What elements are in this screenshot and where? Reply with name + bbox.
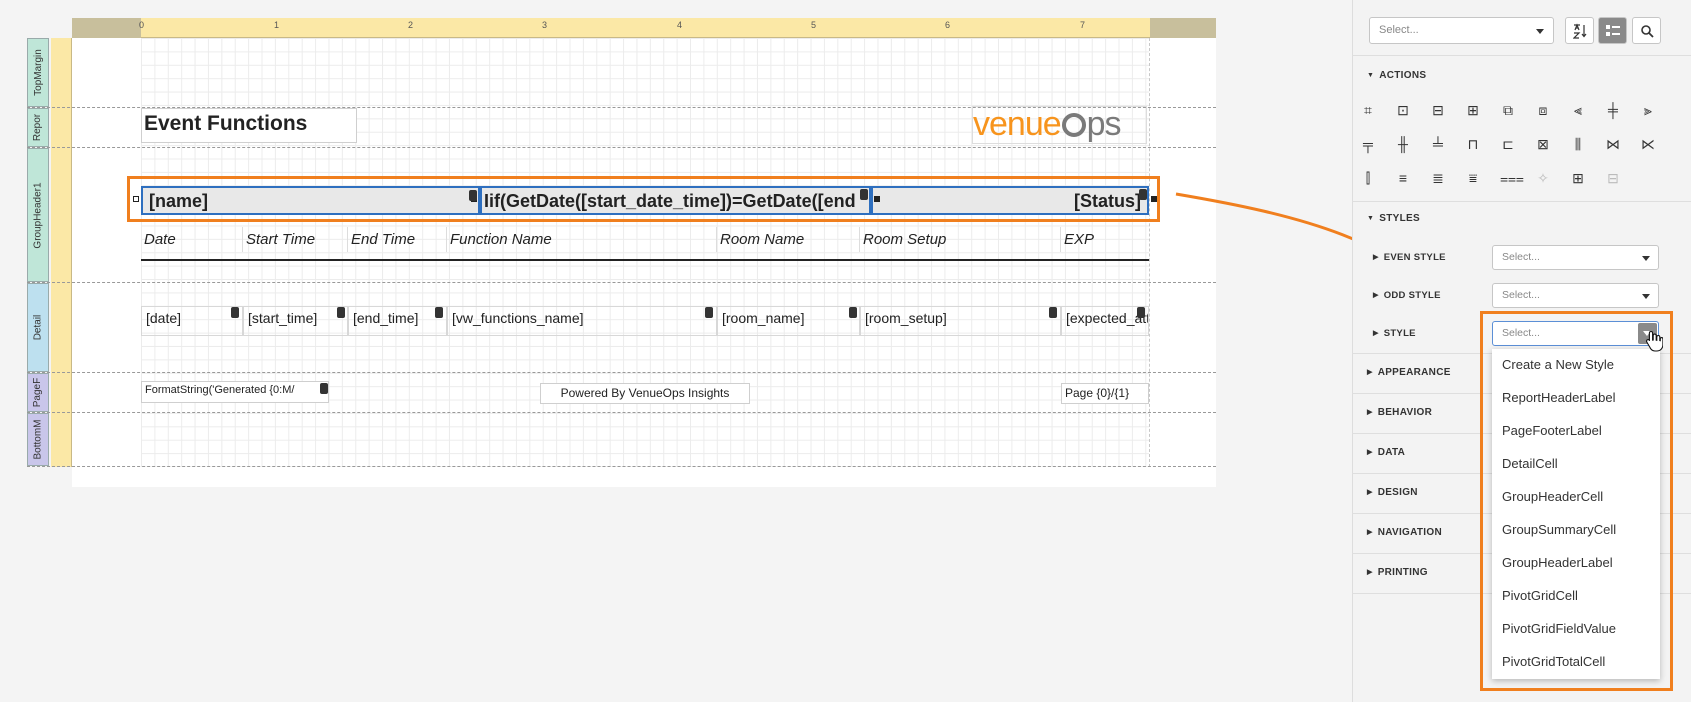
align-middle-icon[interactable]: ╫ xyxy=(1395,136,1411,152)
collapsed-icon: ▶ xyxy=(1373,292,1379,299)
section-title-text: APPEARANCE xyxy=(1377,367,1451,378)
style-row-odd[interactable]: ▶ ODD STYLE xyxy=(1373,290,1441,301)
section-data[interactable]: ▶ DATA xyxy=(1367,447,1405,458)
collapsed-icon: ▶ xyxy=(1367,569,1373,576)
select-value: Select... xyxy=(1502,251,1540,263)
same-size-icon[interactable]: ⊠ xyxy=(1535,136,1551,152)
collapsed-icon: ▶ xyxy=(1367,489,1373,496)
section-title-text: DESIGN xyxy=(1377,487,1418,498)
align-bottom-icon[interactable]: ╧ xyxy=(1430,136,1446,152)
section-behavior[interactable]: ▶ BEHAVIOR xyxy=(1367,407,1432,418)
collapsed-icon: ▶ xyxy=(1367,369,1373,376)
section-title-text: PRINTING xyxy=(1377,567,1428,578)
style-row-even[interactable]: ▶ EVEN STYLE xyxy=(1373,252,1446,263)
section-actions[interactable]: ▼ ACTIONS xyxy=(1367,70,1426,81)
h-spacing-decrease-icon[interactable]: ⋉ xyxy=(1640,136,1656,152)
section-title-text: DATA xyxy=(1377,447,1406,458)
align-right-icon[interactable]: ⫸ xyxy=(1640,102,1656,118)
properties-object-select[interactable]: Select... xyxy=(1369,17,1554,44)
v-spacing-remove-icon[interactable]: ⩶ xyxy=(1500,170,1524,186)
section-title-text: ACTIONS xyxy=(1379,70,1427,81)
collapsed-icon: ▶ xyxy=(1367,449,1373,456)
v-spacing-increase-icon[interactable]: ≣ xyxy=(1430,170,1446,186)
section-title-text: STYLES xyxy=(1379,213,1420,224)
section-divider xyxy=(1352,201,1691,202)
section-appearance[interactable]: ▶ APPEARANCE xyxy=(1367,367,1451,378)
align-top-icon[interactable]: ╤ xyxy=(1360,136,1376,152)
expanded-icon: ▼ xyxy=(1367,215,1375,222)
report-designer: 0 1 2 3 4 5 6 7 TopMargin Repor GroupHea… xyxy=(0,0,1691,702)
collapsed-icon: ▶ xyxy=(1367,529,1373,536)
section-navigation[interactable]: ▶ NAVIGATION xyxy=(1367,527,1442,538)
odd-style-select[interactable]: Select... xyxy=(1492,283,1659,308)
style-row-label: ODD STYLE xyxy=(1383,290,1441,301)
style-row-label: STYLE xyxy=(1383,328,1416,339)
even-style-select[interactable]: Select... xyxy=(1492,245,1659,270)
align-center-icon[interactable]: ╪ xyxy=(1605,102,1621,118)
h-spacing-increase-icon[interactable]: ⋈ xyxy=(1605,136,1621,152)
merge-cells-icon[interactable]: ✧ xyxy=(1535,170,1551,186)
send-to-back-icon[interactable]: ⧈ xyxy=(1535,102,1551,118)
search-icon[interactable] xyxy=(1632,17,1661,44)
section-design[interactable]: ▶ DESIGN xyxy=(1367,487,1418,498)
section-title-text: NAVIGATION xyxy=(1377,527,1442,538)
v-spacing-equal-icon[interactable]: ≡ xyxy=(1395,170,1411,186)
delete-row-icon[interactable]: ⊟ xyxy=(1605,170,1621,186)
section-printing[interactable]: ▶ PRINTING xyxy=(1367,567,1428,578)
hand-cursor-icon xyxy=(1645,330,1664,358)
collapsed-icon: ▶ xyxy=(1373,330,1379,337)
insert-row-icon[interactable]: ⊞ xyxy=(1570,170,1586,186)
style-row-style[interactable]: ▶ STYLE xyxy=(1373,328,1416,339)
same-height-icon[interactable]: ⊏ xyxy=(1500,136,1516,152)
size-to-grid-icon[interactable]: ⊡ xyxy=(1395,102,1411,118)
categorized-icon[interactable] xyxy=(1598,17,1627,44)
collapsed-icon: ▶ xyxy=(1373,254,1379,261)
bring-to-front-icon[interactable]: ⧉ xyxy=(1500,102,1516,118)
center-vertically-icon[interactable]: ⊞ xyxy=(1465,102,1481,118)
collapsed-icon: ▶ xyxy=(1367,409,1373,416)
section-styles[interactable]: ▼ STYLES xyxy=(1367,213,1420,224)
chevron-down-icon xyxy=(1536,29,1544,34)
style-row-label: EVEN STYLE xyxy=(1383,252,1446,263)
align-to-grid-icon[interactable]: ⌗ xyxy=(1360,102,1376,118)
highlight-box-style xyxy=(1480,311,1673,691)
h-spacing-equal-icon[interactable]: ⫼ xyxy=(1570,136,1586,152)
sort-alpha-icon[interactable] xyxy=(1565,17,1594,44)
expanded-icon: ▼ xyxy=(1367,72,1375,79)
same-width-icon[interactable]: ⊓ xyxy=(1465,136,1481,152)
chevron-down-icon xyxy=(1642,294,1650,299)
center-horizontally-icon[interactable]: ⊟ xyxy=(1430,102,1446,118)
chevron-down-icon xyxy=(1642,256,1650,261)
h-spacing-remove-icon[interactable]: ⫿ xyxy=(1360,170,1376,186)
v-spacing-decrease-icon[interactable]: ⩸ xyxy=(1465,170,1481,186)
section-divider xyxy=(1352,55,1691,56)
select-value: Select... xyxy=(1502,289,1540,301)
align-left-icon[interactable]: ⫷ xyxy=(1570,102,1586,118)
section-title-text: BEHAVIOR xyxy=(1377,407,1433,418)
